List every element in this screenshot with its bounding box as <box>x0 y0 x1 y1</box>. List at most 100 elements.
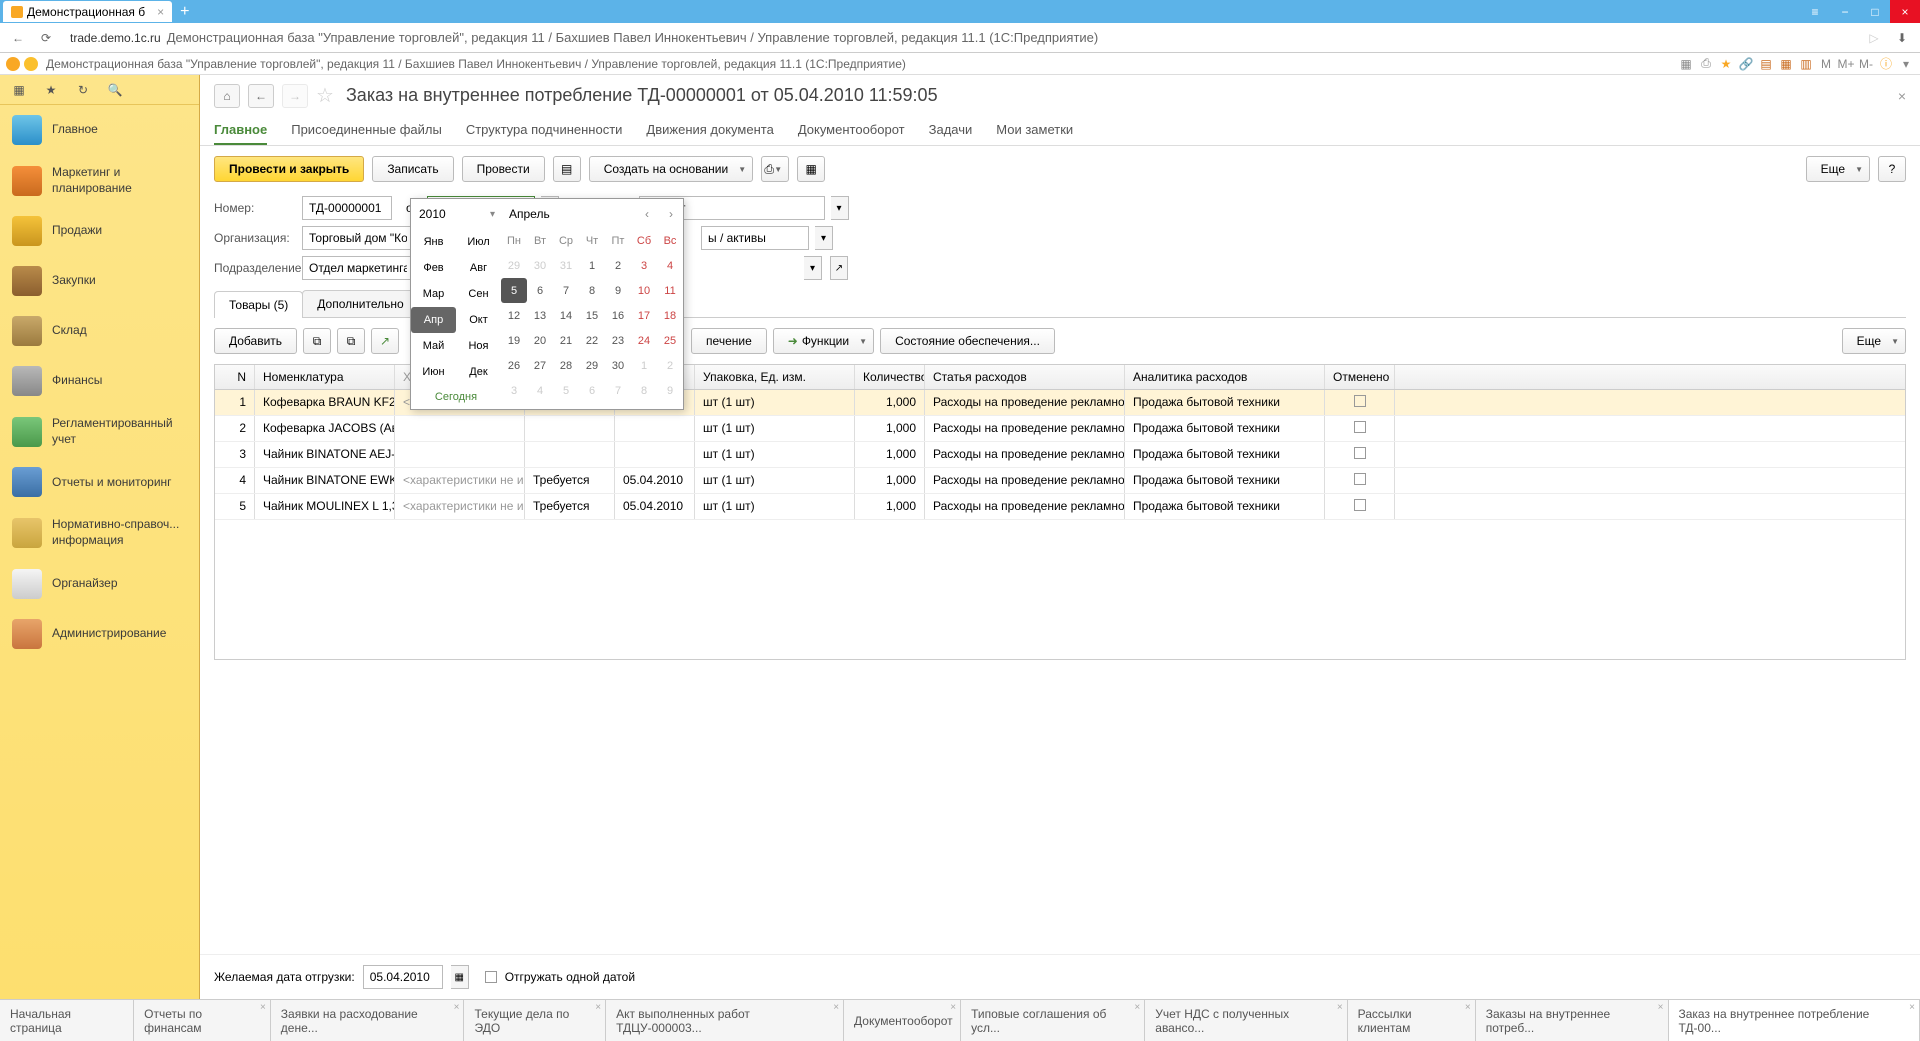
calendar-day[interactable]: 8 <box>579 278 605 303</box>
calendar-day[interactable]: 13 <box>527 303 553 328</box>
calendar-day[interactable]: 6 <box>527 278 553 303</box>
calendar-day[interactable]: 20 <box>527 328 553 353</box>
bottom-tab[interactable]: ×Документооборот <box>844 1000 961 1041</box>
calendar-day[interactable]: 9 <box>605 278 631 303</box>
dept-open-button[interactable]: ↗ <box>830 256 848 280</box>
calendar-month[interactable]: Янв <box>411 229 456 255</box>
calendar-today-link[interactable]: Сегодня <box>411 385 501 409</box>
calendar-day[interactable]: 1 <box>579 253 605 278</box>
bottom-tab[interactable]: ×Учет НДС с полученных авансо... <box>1145 1000 1347 1041</box>
add-row-button[interactable]: Добавить <box>214 328 297 354</box>
help-button[interactable]: ? <box>1878 156 1906 182</box>
supply-button[interactable]: печение <box>691 328 767 354</box>
tab-close-icon[interactable]: × <box>1337 1002 1343 1013</box>
supply-status-button[interactable]: Состояние обеспечения... <box>880 328 1055 354</box>
calendar-day[interactable]: 2 <box>657 353 683 378</box>
calendar-day[interactable]: 26 <box>501 353 527 378</box>
tab-notes[interactable]: Мои заметки <box>996 116 1073 145</box>
bottom-tab[interactable]: ×Типовые соглашения об усл... <box>961 1000 1145 1041</box>
sidebar-item-purchases[interactable]: Закупки <box>0 256 199 306</box>
tab-close-icon[interactable]: × <box>454 1002 460 1013</box>
status-dropdown-button[interactable]: ▾ <box>831 196 849 220</box>
m-button[interactable]: M <box>1818 56 1834 72</box>
create-based-on-button[interactable]: Создать на основании <box>589 156 754 182</box>
calendar-day[interactable]: 5 <box>553 378 579 403</box>
bottom-tab[interactable]: Начальная страница <box>0 1000 134 1041</box>
calendar-day[interactable]: 14 <box>553 303 579 328</box>
extra-dropdown-button[interactable]: ▾ <box>815 226 833 250</box>
col-name[interactable]: Номенклатура <box>255 365 395 389</box>
tab-close-icon[interactable]: × <box>595 1002 601 1013</box>
bottom-tab[interactable]: ×Заявки на расходование дене... <box>271 1000 465 1041</box>
favorites-icon[interactable]: ★ <box>42 81 60 99</box>
calendar-day[interactable]: 24 <box>631 328 657 353</box>
org-field[interactable] <box>302 226 414 250</box>
sidebar-item-sales[interactable]: Продажи <box>0 206 199 256</box>
sidebar-item-warehouse[interactable]: Склад <box>0 306 199 356</box>
extra-field[interactable] <box>701 226 809 250</box>
print-button[interactable]: ⎙ <box>761 156 789 182</box>
delete-button[interactable]: ⧉ <box>337 328 365 354</box>
new-tab-button[interactable]: + <box>180 3 189 21</box>
calendar-day[interactable]: 3 <box>631 253 657 278</box>
calendar-month[interactable]: Июн <box>411 359 456 385</box>
ship-date-calendar-button[interactable]: ▦ <box>451 965 469 989</box>
calendar-month[interactable]: Ноя <box>456 333 501 359</box>
back-button[interactable]: ← <box>8 28 28 48</box>
table-row[interactable]: 5Чайник MOULINEX L 1,3<характеристики не… <box>215 494 1905 520</box>
sidebar-item-organizer[interactable]: Органайзер <box>0 559 199 609</box>
calendar-month[interactable]: Апр <box>411 307 456 333</box>
post-button[interactable]: Провести <box>462 156 545 182</box>
tool-icon[interactable]: ▦ <box>1678 56 1694 72</box>
number-field[interactable] <box>302 196 392 220</box>
home-button[interactable]: ⌂ <box>214 84 240 108</box>
calendar-month[interactable]: Мар <box>411 281 456 307</box>
write-button[interactable]: Записать <box>372 156 453 182</box>
tab-close-icon[interactable]: × <box>1909 1002 1915 1013</box>
dept-dropdown-button[interactable]: ▾ <box>804 256 822 280</box>
sidebar-item-main[interactable]: Главное <box>0 105 199 155</box>
col-pack[interactable]: Упаковка, Ед. изм. <box>695 365 855 389</box>
menu-icon[interactable]: ≡ <box>1800 0 1830 23</box>
calendar-month[interactable]: Окт <box>456 307 501 333</box>
col-qty[interactable]: Количество <box>855 365 925 389</box>
bottom-tab[interactable]: ×Отчеты по финансам <box>134 1000 271 1041</box>
calc-icon[interactable]: ▤ <box>1758 56 1774 72</box>
close-window-button[interactable]: × <box>1890 0 1920 23</box>
calendar-day[interactable]: 9 <box>657 378 683 403</box>
sidebar-item-finance[interactable]: Финансы <box>0 356 199 406</box>
calendar-day[interactable]: 25 <box>657 328 683 353</box>
calendar-day[interactable]: 19 <box>501 328 527 353</box>
ship-single-checkbox[interactable] <box>485 971 497 983</box>
apps-icon[interactable]: ▦ <box>10 81 28 99</box>
bottom-tab[interactable]: ×Заказы на внутреннее потреб... <box>1476 1000 1669 1041</box>
report-button[interactable]: ▦ <box>797 156 825 182</box>
calendar-day[interactable]: 4 <box>657 253 683 278</box>
close-document-button[interactable]: × <box>1898 88 1906 104</box>
prev-month-button[interactable]: ‹ <box>635 199 659 229</box>
calendar-day[interactable]: 1 <box>631 353 657 378</box>
calendar-day[interactable]: 28 <box>553 353 579 378</box>
calendar-day[interactable]: 8 <box>631 378 657 403</box>
tab-docflow[interactable]: Документооборот <box>798 116 905 145</box>
next-month-button[interactable]: › <box>659 199 683 229</box>
calendar-month[interactable]: Июл <box>456 229 501 255</box>
search-icon[interactable]: 🔍 <box>106 81 124 99</box>
calendar-day[interactable]: 7 <box>605 378 631 403</box>
share-button[interactable]: ↗ <box>371 328 399 354</box>
sidebar-item-admin[interactable]: Администрирование <box>0 609 199 659</box>
calendar-day[interactable]: 3 <box>501 378 527 403</box>
nav-forward-icon[interactable]: ▷ <box>1864 28 1884 48</box>
calendar-day[interactable]: 30 <box>605 353 631 378</box>
calendar-day[interactable]: 4 <box>527 378 553 403</box>
calendar-year-selector[interactable]: 2010 <box>411 199 501 229</box>
copy-button[interactable]: ⧉ <box>303 328 331 354</box>
tool-icon[interactable]: 🔗 <box>1738 56 1754 72</box>
reload-button[interactable]: ⟳ <box>36 28 56 48</box>
tab-tasks[interactable]: Задачи <box>929 116 973 145</box>
subtab-goods[interactable]: Товары (5) <box>214 291 303 318</box>
calendar-day[interactable]: 15 <box>579 303 605 328</box>
calendar-icon[interactable]: ▦ <box>1778 56 1794 72</box>
tab-movements[interactable]: Движения документа <box>646 116 773 145</box>
sidebar-item-reports[interactable]: Отчеты и мониторинг <box>0 457 199 507</box>
